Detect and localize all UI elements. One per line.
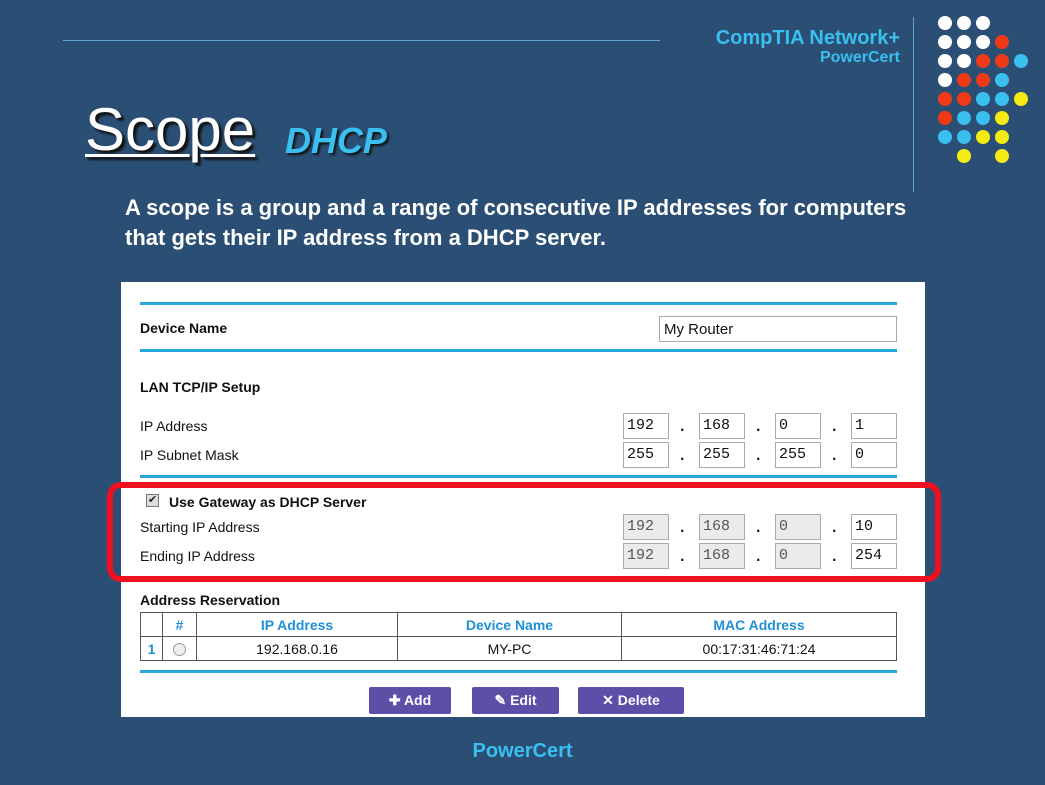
divider [140,475,897,478]
ip-address-octet-3[interactable]: 0 [775,413,821,439]
slide-description: A scope is a group and a range of consec… [125,195,907,250]
header-rule [63,40,660,41]
subnet-octet-3[interactable]: 255 [775,442,821,468]
device-name-input[interactable] [659,316,897,342]
subnet-mask-label: IP Subnet Mask [140,447,239,463]
lan-section-label: LAN TCP/IP Setup [140,379,261,395]
col-header-mac: MAC Address [621,612,897,637]
col-header-device: Device Name [397,612,622,637]
row-mac: 00:17:31:46:71:24 [621,636,897,661]
ip-address-octet-4[interactable]: 1 [851,413,897,439]
slide-title: Scope [85,96,256,163]
subnet-octet-4[interactable]: 0 [851,442,897,468]
device-name-label: Device Name [140,320,228,336]
col-header-number: # [162,612,197,637]
ip-address-label: IP Address [140,418,208,434]
decorative-dots [930,14,1030,174]
col-header-ip: IP Address [196,612,398,637]
table-header-row: # IP Address Device Name MAC Address [140,612,897,637]
row-device: MY-PC [397,636,622,661]
table-row[interactable]: 1 192.168.0.16 MY-PC 00:17:31:46:71:24 [140,636,897,661]
x-icon: ✕ [602,692,614,708]
add-button[interactable]: ✚ Add [369,687,451,714]
plus-icon: ✚ [388,692,401,708]
row-ip: 192.168.0.16 [196,636,398,661]
address-reservation-table: # IP Address Device Name MAC Address 1 1… [140,612,897,661]
slide-subtitle: DHCP [285,120,388,161]
divider [140,302,897,305]
divider [140,349,897,352]
edit-button[interactable]: ✎ Edit [472,687,559,714]
header-vertical-rule [913,17,914,192]
brand-title: CompTIA Network+ [715,27,900,49]
row-index: 1 [140,636,163,661]
row-radio[interactable] [162,636,197,661]
edit-button-label: Edit [510,692,537,708]
subnet-octet-1[interactable]: 255 [623,442,669,468]
subnet-octet-2[interactable]: 255 [699,442,745,468]
divider [140,670,897,673]
footer-brand: PowerCert [472,740,573,762]
delete-button[interactable]: ✕ Delete [578,687,684,714]
ip-address-octet-1[interactable]: 192 [623,413,669,439]
brand: CompTIA Network+ PowerCert [716,27,900,67]
ip-address-octet-2[interactable]: 168 [699,413,745,439]
address-reservation-label: Address Reservation [140,592,281,608]
pencil-icon: ✎ [494,692,507,708]
brand-subtitle: PowerCert [819,49,900,66]
delete-button-label: Delete [617,692,660,708]
dhcp-scope-highlight [107,482,941,582]
radio-button[interactable] [173,643,186,657]
col-header-select [140,612,163,637]
add-button-label: Add [403,692,432,708]
